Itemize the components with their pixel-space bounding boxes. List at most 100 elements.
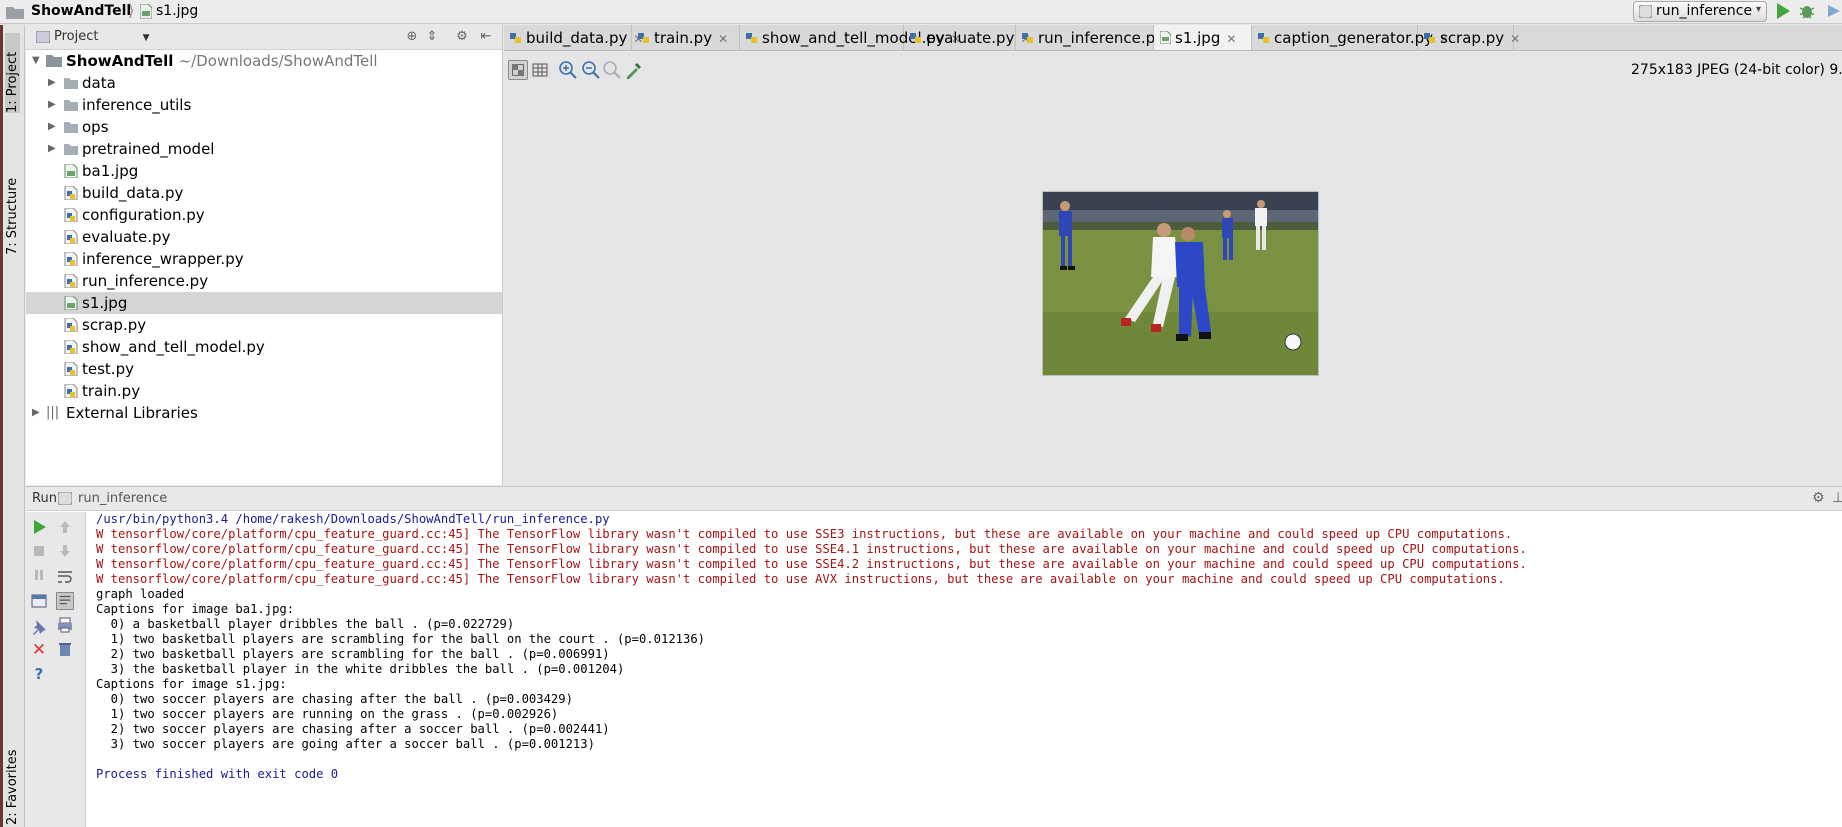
editor-tabs: build_data.py ✕ train.py ✕ show_and_tell_mod… bbox=[504, 25, 1842, 51]
python-file-icon bbox=[1022, 32, 1033, 43]
editor-tab[interactable]: train.py ✕ bbox=[632, 25, 740, 50]
clear-all-icon[interactable] bbox=[56, 640, 74, 658]
editor-tab[interactable]: build_data.py ✕ bbox=[504, 25, 643, 50]
console-line: W tensorflow/core/platform/cpu_feature_g… bbox=[96, 542, 1527, 556]
tool-tab-favorites[interactable]: 2: Favorites bbox=[5, 730, 20, 825]
folder-icon bbox=[64, 78, 78, 89]
run-configuration-select[interactable]: run_inference ▾ bbox=[1633, 1, 1767, 22]
tree-item[interactable]: train.py bbox=[26, 380, 502, 402]
tree-item[interactable]: evaluate.py bbox=[26, 226, 502, 248]
expand-arrow-icon[interactable]: ▶ bbox=[48, 94, 56, 116]
python-file-icon bbox=[64, 208, 78, 222]
soft-wrap-icon[interactable] bbox=[56, 568, 74, 586]
tree-item[interactable]: configuration.py bbox=[26, 204, 502, 226]
grid-icon[interactable] bbox=[530, 60, 550, 80]
hide-panel-icon[interactable]: ⊥ bbox=[1832, 490, 1842, 506]
collapse-all-icon[interactable]: ⇕ bbox=[424, 29, 440, 45]
stop-icon[interactable] bbox=[30, 542, 48, 560]
image-viewer-toolbar: 275x183 JPEG (24-bit color) 9.6 bbox=[504, 52, 1842, 86]
left-tool-stripe: 1: Project 7: Structure 2: Favorites bbox=[0, 25, 25, 827]
gear-icon[interactable]: ⚙ bbox=[1812, 490, 1825, 506]
tree-item[interactable]: ▶ data bbox=[26, 72, 502, 94]
breadcrumb-file[interactable]: s1.jpg bbox=[156, 3, 198, 19]
folder-icon bbox=[64, 144, 78, 155]
console-output[interactable]: /usr/bin/python3.4 /home/rakesh/Download… bbox=[96, 512, 1836, 827]
editor-tab[interactable]: s1.jpg ✕ bbox=[1154, 25, 1252, 50]
python-file-icon bbox=[1424, 32, 1435, 43]
tree-item-external-libraries[interactable]: ▶ ||| External Libraries bbox=[26, 402, 502, 424]
python-config-icon bbox=[58, 492, 72, 505]
tree-item[interactable]: ba1.jpg bbox=[26, 160, 502, 182]
color-picker-icon[interactable] bbox=[624, 60, 644, 80]
project-view-select[interactable]: Project ▼ bbox=[36, 29, 150, 44]
editor-tab[interactable]: show_and_tell_model.py ✕ bbox=[740, 25, 961, 50]
editor-tab[interactable]: caption_generator.py ✕ bbox=[1252, 25, 1449, 50]
run-panel-config-tab[interactable]: run_inference bbox=[78, 491, 167, 506]
editor-tab[interactable]: evaluate.py ✕ bbox=[904, 25, 1031, 50]
hide-panel-icon[interactable]: ⇤ bbox=[478, 29, 494, 45]
expand-arrow-icon[interactable]: ▼ bbox=[32, 50, 40, 72]
editor-tab[interactable]: run_inference.py✕ bbox=[1016, 25, 1180, 50]
help-icon[interactable]: ? bbox=[30, 665, 48, 683]
gear-icon[interactable]: ⚙ bbox=[454, 29, 470, 45]
image-info: 275x183 JPEG (24-bit color) 9.6 bbox=[1631, 62, 1842, 78]
scroll-up-icon[interactable] bbox=[56, 518, 74, 536]
python-file-icon bbox=[64, 230, 78, 244]
run-panel: Run run_inference ⚙ ⊥ ✕ ? /usr/bin/pytho… bbox=[26, 486, 1842, 827]
expand-arrow-icon[interactable]: ▶ bbox=[48, 138, 56, 160]
close-icon[interactable]: ✕ bbox=[718, 32, 728, 46]
tree-item[interactable]: scrap.py bbox=[26, 314, 502, 336]
tree-root-path: ~/Downloads/ShowAndTell bbox=[178, 52, 378, 70]
zoom-out-icon[interactable] bbox=[581, 60, 601, 80]
zoom-in-icon[interactable] bbox=[558, 60, 578, 80]
editor-tab-label: s1.jpg bbox=[1175, 29, 1221, 47]
tree-item-label: inference_utils bbox=[82, 96, 192, 114]
expand-arrow-icon[interactable]: ▶ bbox=[48, 72, 56, 94]
close-icon[interactable]: ✕ bbox=[30, 641, 48, 659]
pause-icon[interactable] bbox=[30, 566, 48, 584]
python-file-icon bbox=[746, 32, 757, 43]
tree-item[interactable]: test.py bbox=[26, 358, 502, 380]
print-icon[interactable] bbox=[56, 616, 74, 634]
actual-size-icon[interactable] bbox=[602, 60, 622, 80]
tree-item[interactable]: inference_wrapper.py bbox=[26, 248, 502, 270]
tool-tab-project[interactable]: 1: Project bbox=[5, 33, 20, 113]
expand-arrow-icon[interactable]: ▶ bbox=[32, 402, 40, 424]
tree-item[interactable]: show_and_tell_model.py bbox=[26, 336, 502, 358]
breadcrumb-project[interactable]: ShowAndTell bbox=[31, 3, 131, 19]
expand-arrow-icon[interactable]: ▶ bbox=[48, 116, 56, 138]
coverage-icon[interactable] bbox=[1826, 2, 1842, 20]
tree-item[interactable]: s1.jpg bbox=[26, 292, 502, 314]
python-file-icon bbox=[64, 252, 78, 266]
chessboard-background-icon[interactable] bbox=[508, 60, 528, 80]
run-panel-header: Run run_inference ⚙ ⊥ bbox=[26, 487, 1842, 511]
console-line: 2) two basketball players are scrambling… bbox=[96, 647, 610, 661]
close-icon[interactable]: ✕ bbox=[1510, 32, 1520, 46]
scroll-down-icon[interactable] bbox=[56, 542, 74, 560]
console-line: 3) two soccer players are going after a … bbox=[96, 737, 595, 751]
close-icon[interactable]: ✕ bbox=[1226, 32, 1236, 46]
tree-item[interactable]: ▶ ops bbox=[26, 116, 502, 138]
tree-item[interactable]: run_inference.py bbox=[26, 270, 502, 292]
run-icon[interactable] bbox=[1775, 2, 1791, 20]
tree-item[interactable]: build_data.py bbox=[26, 182, 502, 204]
project-view-label: Project bbox=[54, 29, 99, 44]
image-file-icon bbox=[140, 4, 152, 19]
editor-tab-label: scrap.py bbox=[1440, 29, 1505, 47]
tree-root-label: ShowAndTell ~/Downloads/ShowAndTell bbox=[66, 52, 378, 70]
navigation-bar: ShowAndTell ⟩ s1.jpg run_inference ▾ bbox=[0, 0, 1842, 24]
restore-layout-icon[interactable] bbox=[30, 592, 48, 610]
debug-icon[interactable] bbox=[1798, 2, 1816, 20]
rerun-icon[interactable] bbox=[30, 518, 48, 536]
tool-tab-structure[interactable]: 7: Structure bbox=[5, 155, 20, 255]
python-config-icon bbox=[1639, 5, 1652, 18]
tree-root[interactable]: ▼ ShowAndTell ~/Downloads/ShowAndTell bbox=[26, 50, 502, 72]
tree-item[interactable]: ▶ inference_utils bbox=[26, 94, 502, 116]
editor-tab-label: train.py bbox=[654, 29, 713, 47]
editor-tab[interactable]: scrap.py ✕ bbox=[1418, 25, 1520, 50]
scroll-from-source-icon[interactable]: ⊕ bbox=[404, 29, 420, 45]
tree-item[interactable]: ▶ pretrained_model bbox=[26, 138, 502, 160]
pin-tab-icon[interactable] bbox=[30, 618, 48, 636]
scroll-to-end-icon[interactable] bbox=[56, 592, 74, 610]
